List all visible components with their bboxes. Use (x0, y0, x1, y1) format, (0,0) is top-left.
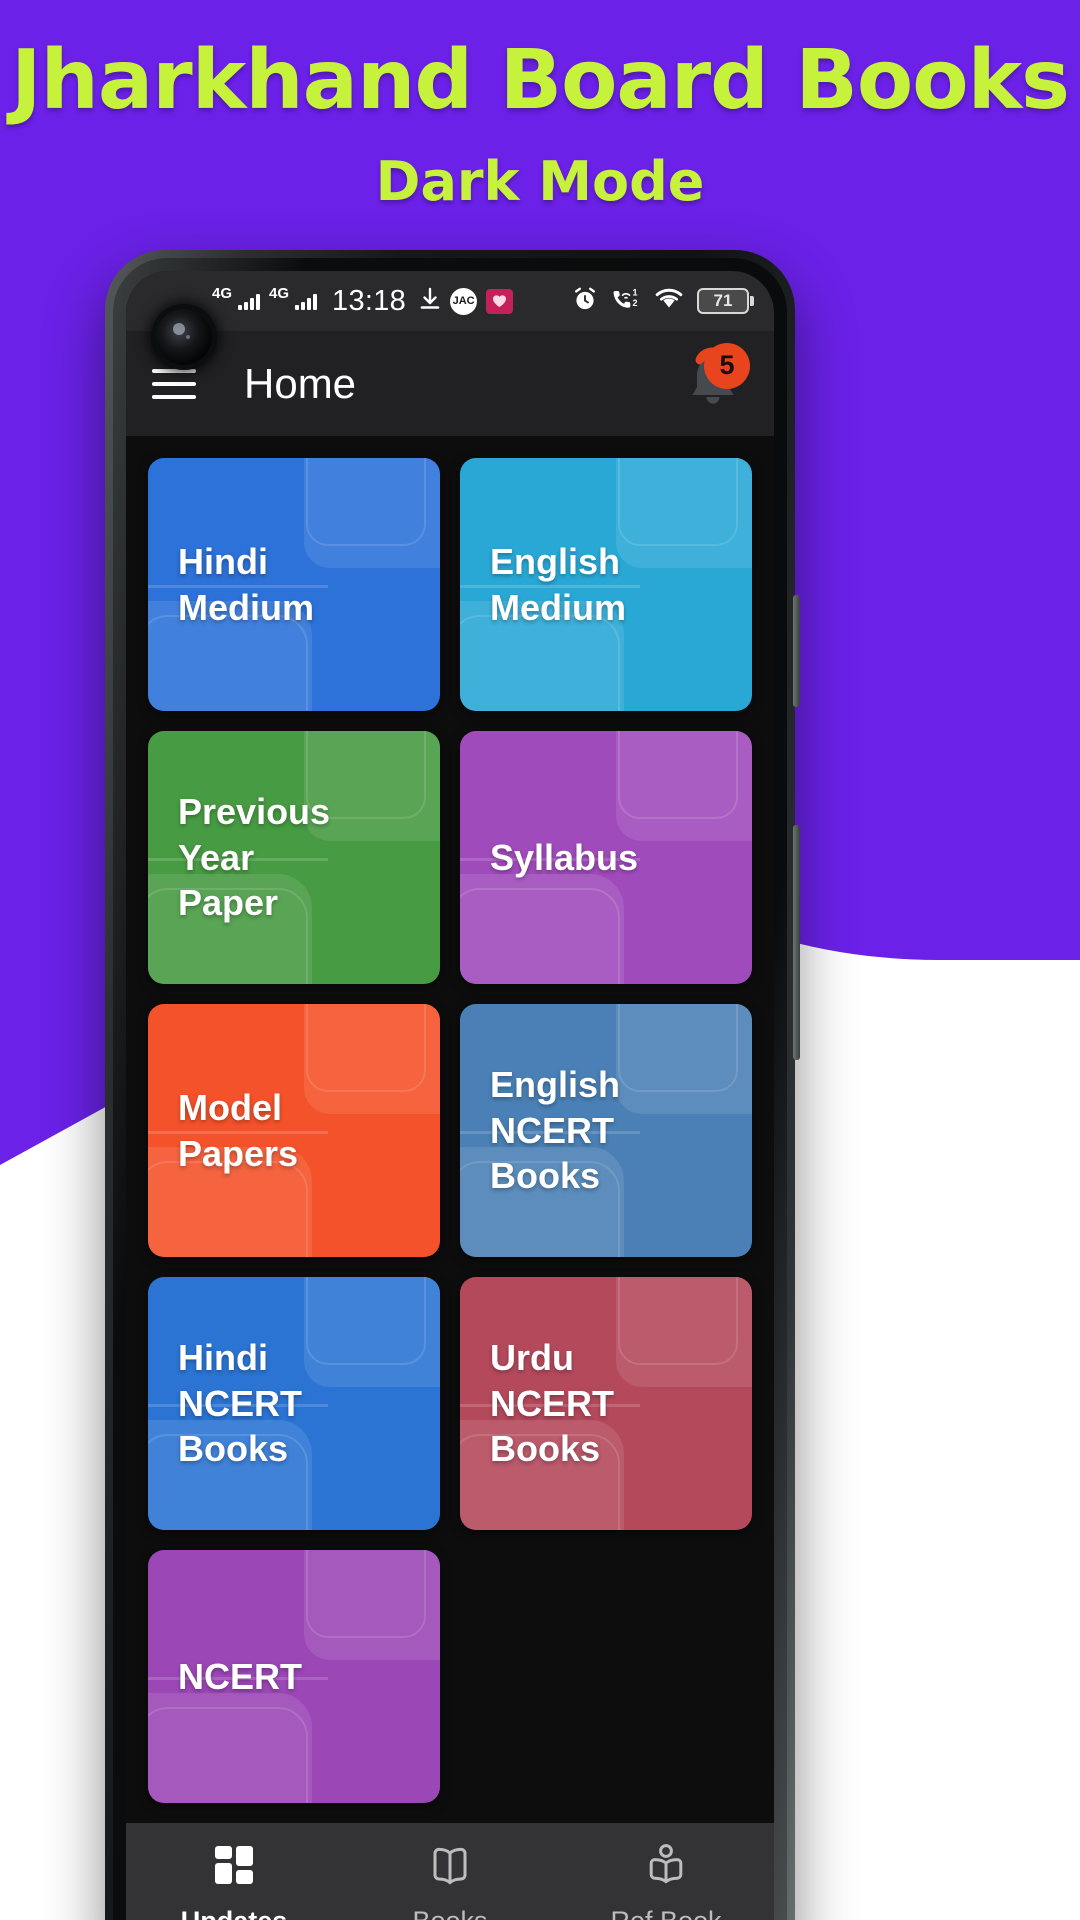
category-tile-grid: Hindi Medium English Medium Previous Year … (148, 458, 752, 1803)
signal-bars-icon-1 (238, 293, 261, 310)
battery-tip (750, 296, 754, 306)
promo-title: Jharkhand Board Books (11, 33, 1070, 128)
category-tile-label: English Medium (490, 541, 627, 628)
tile-decoration-corner (616, 1277, 752, 1387)
svg-text:1: 1 (633, 287, 638, 297)
phone-mockup: 4G 4G 13:18 JAC 1 2 71 Home 5 Hindi Medi… (105, 250, 800, 1920)
nav-tab-updates-label: Updates (181, 1906, 288, 1920)
heart-icon (486, 288, 514, 314)
jac-app-icon: JAC (450, 287, 478, 315)
phone-volume-button[interactable] (793, 595, 800, 707)
tile-decoration-corner (616, 731, 752, 841)
nav-tab-books[interactable]: Books (342, 1841, 558, 1920)
category-tile-label: NCERT (178, 1655, 302, 1697)
tile-decoration-corner (616, 1004, 752, 1114)
person-reading-icon (642, 1841, 690, 1894)
promo-headline: Jharkhand Board Books Dark Mode (0, 33, 1080, 214)
grid-dashboard-icon (210, 1841, 258, 1894)
wifi-icon (654, 286, 684, 316)
category-tile-label: Previous Year Paper (178, 791, 331, 924)
status-bar-right: 1 2 71 (572, 286, 754, 317)
tile-decoration-corner (304, 1277, 440, 1387)
tile-decoration-corner-outline (306, 1550, 426, 1638)
notification-bell-button[interactable]: 5 (678, 342, 750, 421)
hamburger-menu-icon[interactable] (152, 368, 196, 399)
category-tile-label: Model Papers (178, 1087, 299, 1174)
category-tile[interactable]: NCERT (148, 1550, 440, 1803)
category-tile-label: English NCERT Books (490, 1064, 621, 1197)
tile-decoration-lower-outline (460, 888, 620, 984)
category-tile-label: Hindi NCERT Books (178, 1337, 302, 1470)
wifi-calling-icon: 1 2 (611, 286, 641, 317)
notification-badge: 5 (704, 342, 750, 389)
status-bar-clock: 13:18 (332, 284, 407, 317)
nav-tab-ref-book[interactable]: Ref Book (558, 1841, 774, 1920)
download-icon (419, 287, 441, 316)
category-tile[interactable]: Syllabus (460, 731, 752, 984)
nav-tab-books-label: Books (412, 1906, 487, 1920)
tile-decoration-lower (148, 1693, 312, 1803)
bottom-navigation-bar: Updates Books (126, 1821, 774, 1920)
category-tile[interactable]: English Medium (460, 458, 752, 711)
tile-decoration-corner-outline (618, 731, 738, 819)
tile-decoration-corner-outline (306, 458, 426, 546)
nav-tab-updates[interactable]: Updates (126, 1841, 342, 1920)
phone-power-button[interactable] (793, 825, 800, 1060)
tile-decoration-corner-outline (618, 1277, 738, 1365)
category-tile[interactable]: Hindi NCERT Books (148, 1277, 440, 1530)
category-tile[interactable]: Model Papers (148, 1004, 440, 1257)
app-bar: Home 5 (126, 331, 774, 436)
category-tile-label: Hindi Medium (178, 541, 315, 628)
alarm-icon (572, 286, 598, 317)
status-bar-left: 4G 4G 13:18 JAC (148, 285, 572, 318)
battery-level-label: 71 (697, 288, 749, 314)
open-book-icon (426, 1841, 474, 1894)
tile-decoration-corner-outline (306, 1277, 426, 1365)
svg-text:2: 2 (633, 298, 638, 308)
category-tile-label: Urdu NCERT Books (490, 1337, 614, 1470)
network-type-label-2: 4G (269, 284, 290, 302)
page-title: Home (244, 359, 357, 407)
front-camera-icon (156, 309, 212, 365)
home-content-scroll[interactable]: Hindi Medium English Medium Previous Year … (126, 436, 774, 1821)
tile-decoration-lower-outline (148, 1707, 308, 1803)
signal-bars-icon-2 (295, 293, 318, 310)
tile-decoration-corner-outline (306, 1004, 426, 1092)
tile-decoration-corner (304, 1004, 440, 1114)
tile-decoration-corner-outline (618, 1004, 738, 1092)
nav-tab-ref-book-label: Ref Book (610, 1906, 721, 1920)
phone-screen: 4G 4G 13:18 JAC 1 2 71 Home 5 Hindi Medi… (126, 271, 774, 1920)
battery-indicator: 71 (697, 288, 754, 314)
promo-subtitle: Dark Mode (375, 150, 705, 214)
network-type-label-1: 4G (212, 284, 233, 302)
tile-decoration-corner-outline (618, 458, 738, 546)
category-tile[interactable]: Urdu NCERT Books (460, 1277, 752, 1530)
category-tile[interactable]: Hindi Medium (148, 458, 440, 711)
status-bar: 4G 4G 13:18 JAC 1 2 71 (126, 271, 774, 331)
tile-decoration-lower (460, 874, 624, 984)
category-tile-label: Syllabus (490, 836, 639, 878)
category-tile[interactable]: Previous Year Paper (148, 731, 440, 984)
tile-decoration-corner (304, 1550, 440, 1660)
category-tile[interactable]: English NCERT Books (460, 1004, 752, 1257)
